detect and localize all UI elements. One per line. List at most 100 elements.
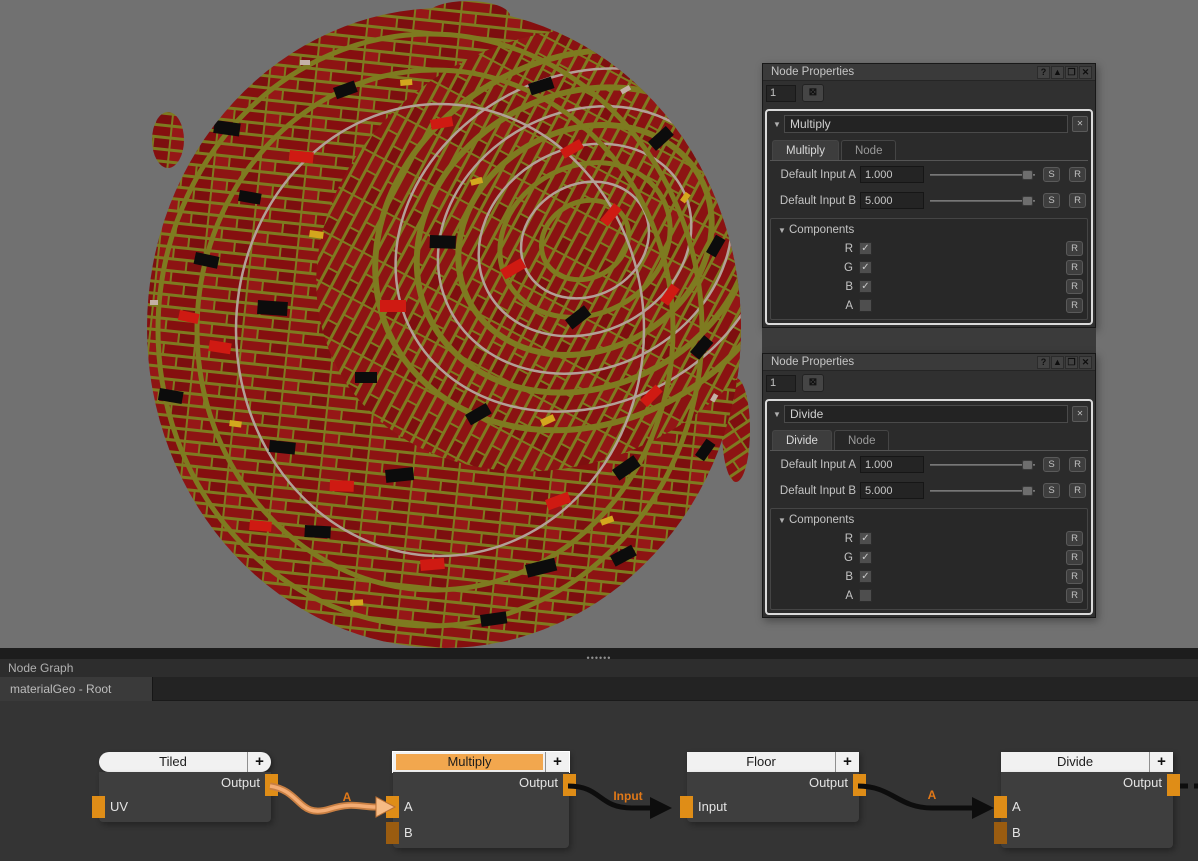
reset-button[interactable]: R bbox=[1069, 483, 1086, 498]
input-port-b[interactable] bbox=[386, 822, 399, 844]
node-tiled-header[interactable]: Tiled + bbox=[99, 752, 271, 772]
node-tiled-body[interactable]: Output UV bbox=[99, 772, 271, 822]
help-icon[interactable]: ? bbox=[1037, 356, 1050, 369]
set-button[interactable]: S bbox=[1043, 193, 1060, 208]
input-port-input[interactable] bbox=[680, 796, 693, 818]
node-divide-body[interactable]: Output A B bbox=[1001, 772, 1173, 848]
input-port-b[interactable] bbox=[994, 822, 1007, 844]
node-properties-panel-divide: Node Properties ? ▲ ❐ ✕ ⊠ ▼ Divide ✕ Div… bbox=[762, 353, 1096, 618]
help-icon[interactable]: ? bbox=[1037, 66, 1050, 79]
tab-materialgeo-root[interactable]: materialGeo - Root bbox=[0, 677, 153, 701]
default-input-b-value[interactable] bbox=[860, 482, 924, 499]
panel-titlebar[interactable]: Node Properties ? ▲ ❐ ✕ bbox=[763, 354, 1095, 371]
channel-r-checkbox[interactable]: ✓ bbox=[859, 532, 872, 545]
reset-button[interactable]: R bbox=[1066, 531, 1083, 546]
add-node-button[interactable]: + bbox=[545, 752, 569, 772]
slider-handle[interactable] bbox=[1022, 196, 1033, 206]
collapse-arrow-icon[interactable]: ▼ bbox=[775, 516, 789, 525]
output-port[interactable] bbox=[1167, 774, 1180, 796]
collapse-arrow-icon[interactable]: ▼ bbox=[770, 120, 784, 129]
node-divide-header[interactable]: Divide + bbox=[1001, 752, 1173, 772]
add-node-button[interactable]: + bbox=[835, 752, 859, 772]
node-floor-body[interactable]: Output Input bbox=[687, 772, 859, 822]
input-port-a[interactable] bbox=[386, 796, 399, 818]
components-header[interactable]: ▼ Components bbox=[775, 221, 1085, 239]
default-input-a-value[interactable] bbox=[860, 166, 924, 183]
shown-nodes-count-input[interactable] bbox=[766, 375, 796, 392]
add-node-button[interactable]: + bbox=[247, 752, 271, 772]
node-title[interactable]: Floor bbox=[687, 752, 835, 772]
float-icon[interactable]: ❐ bbox=[1065, 66, 1078, 79]
default-input-b-slider[interactable] bbox=[930, 194, 1035, 208]
reset-button[interactable]: R bbox=[1066, 569, 1083, 584]
components-label: Components bbox=[789, 514, 854, 526]
reset-button[interactable]: R bbox=[1066, 588, 1083, 603]
tab-node[interactable]: Node bbox=[834, 430, 890, 450]
collapse-icon[interactable]: ▲ bbox=[1051, 356, 1064, 369]
channel-b-checkbox[interactable]: ✓ bbox=[859, 570, 872, 583]
node-name-field[interactable]: Multiply bbox=[784, 115, 1068, 133]
channel-b-checkbox[interactable]: ✓ bbox=[859, 280, 872, 293]
input-port-uv[interactable] bbox=[92, 796, 105, 818]
channel-g-checkbox[interactable]: ✓ bbox=[859, 261, 872, 274]
set-button[interactable]: S bbox=[1043, 457, 1060, 472]
channel-r-checkbox[interactable]: ✓ bbox=[859, 242, 872, 255]
node-divide[interactable]: Divide + Output A B bbox=[1001, 752, 1173, 848]
node-graph-canvas[interactable]: Tiled + Output UV Multiply + Output A bbox=[0, 701, 1198, 861]
node-floor[interactable]: Floor + Output Input bbox=[687, 752, 859, 822]
reset-button[interactable]: R bbox=[1066, 279, 1083, 294]
channel-a-checkbox[interactable] bbox=[859, 299, 872, 312]
channel-a-checkbox[interactable] bbox=[859, 589, 872, 602]
node-multiply-header[interactable]: Multiply + bbox=[393, 752, 569, 772]
node-tiled[interactable]: Tiled + Output UV bbox=[99, 752, 271, 822]
panel-splitter[interactable]: •••••• bbox=[0, 648, 1198, 659]
default-input-a-value[interactable] bbox=[860, 456, 924, 473]
set-button[interactable]: S bbox=[1043, 167, 1060, 182]
close-icon[interactable]: ✕ bbox=[1079, 66, 1092, 79]
tab-divide[interactable]: Divide bbox=[772, 430, 832, 450]
default-input-b-slider[interactable] bbox=[930, 484, 1035, 498]
reset-button[interactable]: R bbox=[1066, 260, 1083, 275]
node-header-row: ▼ Divide ✕ bbox=[770, 404, 1088, 424]
slider-handle[interactable] bbox=[1022, 486, 1033, 496]
channel-g-checkbox[interactable]: ✓ bbox=[859, 551, 872, 564]
slider-handle[interactable] bbox=[1022, 460, 1033, 470]
shown-nodes-count-input[interactable] bbox=[766, 85, 796, 102]
reset-button[interactable]: R bbox=[1066, 241, 1083, 256]
reset-button[interactable]: R bbox=[1069, 167, 1086, 182]
collapse-arrow-icon[interactable]: ▼ bbox=[775, 226, 789, 235]
reset-button[interactable]: R bbox=[1069, 193, 1086, 208]
panel-titlebar[interactable]: Node Properties ? ▲ ❐ ✕ bbox=[763, 64, 1095, 81]
add-node-button[interactable]: + bbox=[1149, 752, 1173, 772]
reset-button[interactable]: R bbox=[1066, 298, 1083, 313]
node-floor-header[interactable]: Floor + bbox=[687, 752, 859, 772]
reset-button[interactable]: R bbox=[1069, 457, 1086, 472]
input-port-a[interactable] bbox=[994, 796, 1007, 818]
remove-node-button[interactable]: ✕ bbox=[1072, 406, 1088, 422]
output-port[interactable] bbox=[563, 774, 576, 796]
close-icon[interactable]: ✕ bbox=[1079, 356, 1092, 369]
slider-handle[interactable] bbox=[1022, 170, 1033, 180]
float-icon[interactable]: ❐ bbox=[1065, 356, 1078, 369]
collapse-arrow-icon[interactable]: ▼ bbox=[770, 410, 784, 419]
node-title[interactable]: Multiply bbox=[396, 754, 543, 770]
set-button[interactable]: S bbox=[1043, 483, 1060, 498]
pin-properties-icon[interactable]: ⊠ bbox=[802, 84, 824, 102]
node-name-field[interactable]: Divide bbox=[784, 405, 1068, 423]
pin-properties-icon[interactable]: ⊠ bbox=[802, 374, 824, 392]
default-input-a-slider[interactable] bbox=[930, 458, 1035, 472]
node-title[interactable]: Divide bbox=[1001, 752, 1149, 772]
output-port[interactable] bbox=[265, 774, 278, 796]
output-port[interactable] bbox=[853, 774, 866, 796]
remove-node-button[interactable]: ✕ bbox=[1072, 116, 1088, 132]
reset-button[interactable]: R bbox=[1066, 550, 1083, 565]
node-multiply-body[interactable]: Output A B bbox=[393, 772, 569, 848]
collapse-icon[interactable]: ▲ bbox=[1051, 66, 1064, 79]
node-multiply[interactable]: Multiply + Output A B bbox=[393, 752, 569, 848]
default-input-a-slider[interactable] bbox=[930, 168, 1035, 182]
default-input-b-value[interactable] bbox=[860, 192, 924, 209]
node-title[interactable]: Tiled bbox=[99, 752, 247, 772]
tab-multiply[interactable]: Multiply bbox=[772, 140, 839, 160]
tab-node[interactable]: Node bbox=[841, 140, 897, 160]
components-header[interactable]: ▼ Components bbox=[775, 511, 1085, 529]
